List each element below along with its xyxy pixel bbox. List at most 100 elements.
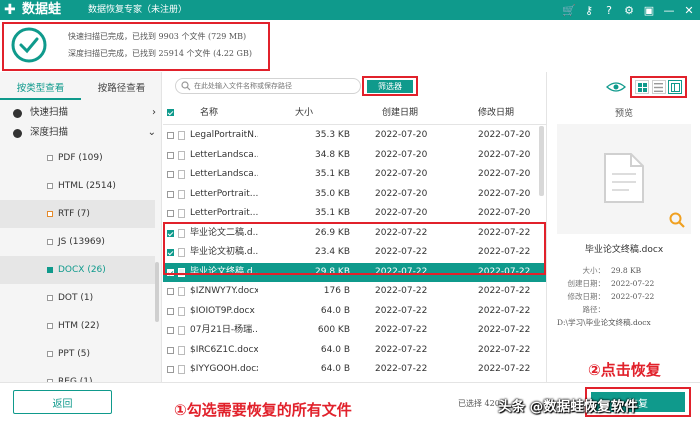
back-button[interactable]: 返回 <box>13 390 112 414</box>
type-item-docx[interactable]: DOCX (26) <box>0 256 155 284</box>
close-icon[interactable]: ✕ <box>682 2 696 18</box>
table-row[interactable]: LetterPortrait... 35.1 KB 2022-07-20 2022-0… <box>163 204 546 224</box>
table-row[interactable]: 07月21日-杨瑞... 600 KB 2022-07-22 2022-07-22 <box>163 321 546 341</box>
detail-view-icon[interactable] <box>668 80 682 94</box>
zoom-icon[interactable] <box>669 212 685 228</box>
tree-quick-scan[interactable]: 快速扫描 › <box>0 104 161 122</box>
tab-by-type[interactable]: 按类型查看 <box>0 80 81 100</box>
preview-area <box>557 124 691 234</box>
table-row[interactable]: LetterLandsca... 35.1 KB 2022-07-20 2022-07… <box>163 165 546 185</box>
table-row[interactable]: $IRC6Z1C.docx 64.0 B 2022-07-22 2022-07-22 <box>163 341 546 361</box>
row-checkbox[interactable] <box>167 346 174 354</box>
table-row[interactable]: LetterLandsca... 34.8 KB 2022-07-20 2022-07… <box>163 146 546 166</box>
column-header-created[interactable]: 创建日期 <box>382 102 418 124</box>
minimize-icon[interactable]: — <box>662 2 676 18</box>
type-item-dot[interactable]: DOT (1) <box>0 284 155 312</box>
created-date: 2022-07-20 <box>375 169 428 179</box>
file-icon <box>178 150 185 160</box>
watermark: 头条 @数据蛙恢复软件 <box>498 399 638 415</box>
meta-key: 创建日期： <box>567 279 606 288</box>
row-checkbox[interactable] <box>167 151 174 159</box>
type-checkbox[interactable] <box>47 239 53 245</box>
meta-key: 修改日期： <box>567 292 606 301</box>
window-controls: 🛒 ⚷ ? ⚙ ▣ — ✕ <box>562 2 696 18</box>
created-date: 2022-07-20 <box>375 130 428 140</box>
modified-date: 2022-07-22 <box>478 305 531 316</box>
search-input[interactable] <box>194 80 356 92</box>
file-name: 07月21日-杨瑞... <box>190 325 258 335</box>
table-row[interactable]: $IZNWY7Y.docx 176 B 2022-07-22 2022-07-22 <box>163 282 546 302</box>
check-bullet-icon <box>13 109 22 118</box>
column-header-modified[interactable]: 修改日期 <box>478 102 514 124</box>
filter-highlight-box: 筛选器 <box>362 76 418 96</box>
row-checkbox[interactable] <box>167 366 174 373</box>
type-item-reg[interactable]: REG (1) <box>0 368 155 382</box>
file-name: LetterPortrait... <box>190 208 258 218</box>
help-icon[interactable]: ? <box>602 2 616 18</box>
type-checkbox[interactable] <box>47 211 53 217</box>
file-name: $IZNWY7Y.docx <box>190 286 258 296</box>
type-label: HTM (22) <box>58 321 100 331</box>
app-logo-icon: ✚ <box>4 2 16 18</box>
file-icon <box>178 209 185 218</box>
row-checkbox[interactable] <box>167 190 174 198</box>
row-checkbox[interactable] <box>167 327 174 334</box>
select-all-checkbox[interactable] <box>167 109 174 116</box>
preview-title: 预览 <box>614 109 633 119</box>
type-checkbox[interactable] <box>47 295 53 301</box>
quick-scan-status: 快速扫描已完成，已找到 9903 个文件 (729 MB) <box>68 32 247 41</box>
type-label: PPT (5) <box>58 349 90 359</box>
type-checkbox[interactable] <box>47 323 53 329</box>
file-name: $IRC6Z1C.docx <box>190 344 258 355</box>
type-item-htm[interactable]: HTM (22) <box>0 312 155 340</box>
list-view-icon[interactable] <box>651 80 666 94</box>
row-checkbox[interactable] <box>167 307 174 315</box>
file-icon <box>178 306 185 316</box>
file-size: 64.0 B <box>320 305 350 316</box>
file-size: 35.1 KB <box>315 208 350 218</box>
search-icon[interactable] <box>181 81 191 91</box>
tree-deep-scan[interactable]: 深度扫描 ⌄ <box>0 124 161 142</box>
eye-icon[interactable] <box>606 81 626 93</box>
cart-icon[interactable]: 🛒 <box>562 2 576 18</box>
key-icon[interactable]: ⚷ <box>582 2 596 18</box>
type-item-ppt[interactable]: PPT (5) <box>0 340 155 368</box>
table-row[interactable]: LegalPortraitN... 35.3 KB 2022-07-20 2022-0… <box>163 126 546 146</box>
row-checkbox[interactable] <box>167 288 174 295</box>
type-item-js[interactable]: JS (13969) <box>0 228 155 256</box>
save-icon[interactable]: ▣ <box>642 2 656 18</box>
tab-by-path[interactable]: 按路径查看 <box>81 80 161 100</box>
created-date: 2022-07-22 <box>375 305 428 316</box>
row-checkbox[interactable] <box>167 171 174 178</box>
column-header-name[interactable]: 名称 <box>200 102 218 124</box>
modified-date: 2022-07-20 <box>478 149 531 160</box>
filter-button[interactable]: 筛选器 <box>367 80 413 93</box>
document-icon <box>604 153 644 203</box>
settings-icon[interactable]: ⚙ <box>622 2 636 18</box>
type-label: HTML (2514) <box>58 181 116 191</box>
sidebar-scrollbar[interactable] <box>155 262 159 322</box>
table-row[interactable]: $IYYGOOH.docx 64.0 B 2022-07-22 2022-07-22 <box>163 360 546 380</box>
table-row[interactable]: LetterPortrait... 35.0 KB 2022-07-20 2022-0… <box>163 185 546 205</box>
type-item-pdf[interactable]: PDF (109) <box>0 144 155 172</box>
column-header-size[interactable]: 大小 <box>295 102 313 124</box>
created-date: 2022-07-22 <box>375 325 428 335</box>
chevron-down-icon[interactable]: ⌄ <box>148 124 156 142</box>
row-checkbox[interactable] <box>167 132 174 139</box>
chevron-right-icon[interactable]: › <box>152 104 156 122</box>
type-checkbox[interactable] <box>47 183 53 189</box>
type-checkbox[interactable] <box>47 351 53 357</box>
type-item-rtf[interactable]: RTF (7) <box>0 200 155 228</box>
tree-label: 快速扫描 <box>30 107 69 118</box>
created-date: 2022-07-20 <box>375 149 428 160</box>
type-checkbox[interactable] <box>47 155 53 161</box>
type-label: JS (13969) <box>58 237 105 247</box>
meta-size: 大小： 29.8 KB <box>557 265 642 276</box>
grid-view-icon[interactable] <box>635 80 649 94</box>
table-row[interactable]: $IOIOT9P.docx 64.0 B 2022-07-22 2022-07-22 <box>163 302 546 322</box>
type-checkbox[interactable] <box>47 267 53 273</box>
file-list-scrollbar[interactable] <box>539 126 544 196</box>
type-item-html[interactable]: HTML (2514) <box>0 172 155 200</box>
row-checkbox[interactable] <box>167 210 174 217</box>
step1-annotation: ①勾选需要恢复的所有文件 <box>174 401 352 419</box>
